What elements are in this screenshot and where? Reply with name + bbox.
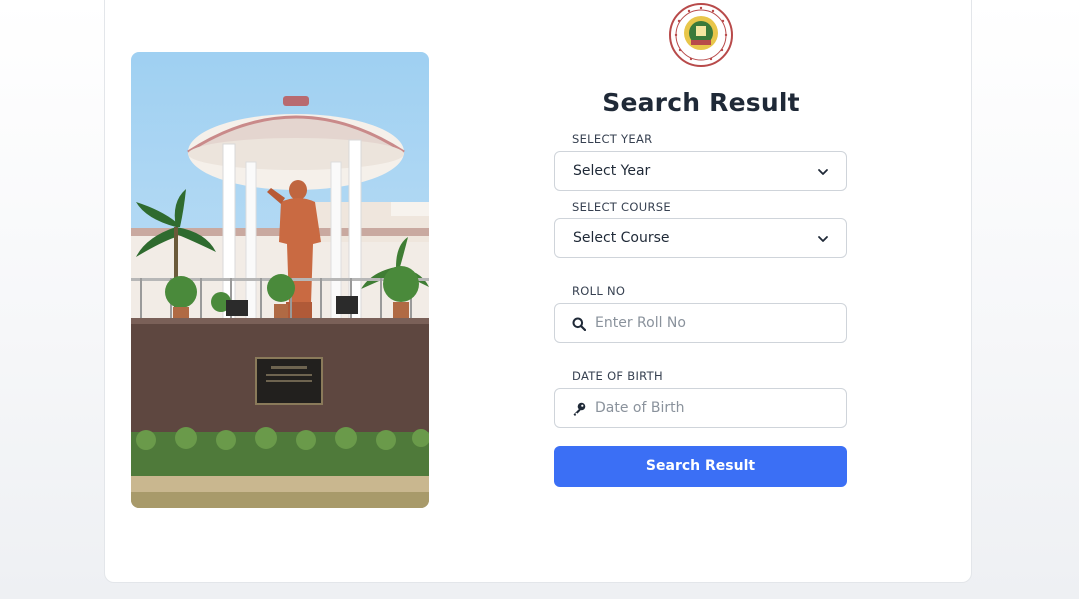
key-icon — [573, 402, 586, 416]
search-icon — [572, 317, 586, 331]
year-select[interactable]: Select Year — [554, 151, 847, 191]
dob-placeholder: Date of Birth — [595, 400, 685, 416]
course-select[interactable]: Select Course — [554, 218, 847, 258]
chevron-down-icon — [818, 236, 828, 242]
university-logo — [668, 2, 734, 68]
dob-label: DATE OF BIRTH — [572, 369, 663, 383]
year-label: SELECT YEAR — [572, 132, 653, 146]
roll-no-input[interactable]: Enter Roll No — [554, 303, 847, 343]
chevron-down-icon — [818, 169, 828, 175]
campus-statue-image — [131, 52, 429, 508]
roll-no-label: ROLL NO — [572, 284, 626, 298]
roll-no-placeholder: Enter Roll No — [595, 315, 686, 331]
course-label: SELECT COURSE — [572, 200, 671, 214]
dob-input[interactable]: Date of Birth — [554, 388, 847, 428]
year-select-value: Select Year — [573, 163, 651, 179]
search-result-button[interactable]: Search Result — [554, 446, 847, 487]
page-title: Search Result — [602, 88, 800, 117]
course-select-value: Select Course — [573, 230, 670, 246]
